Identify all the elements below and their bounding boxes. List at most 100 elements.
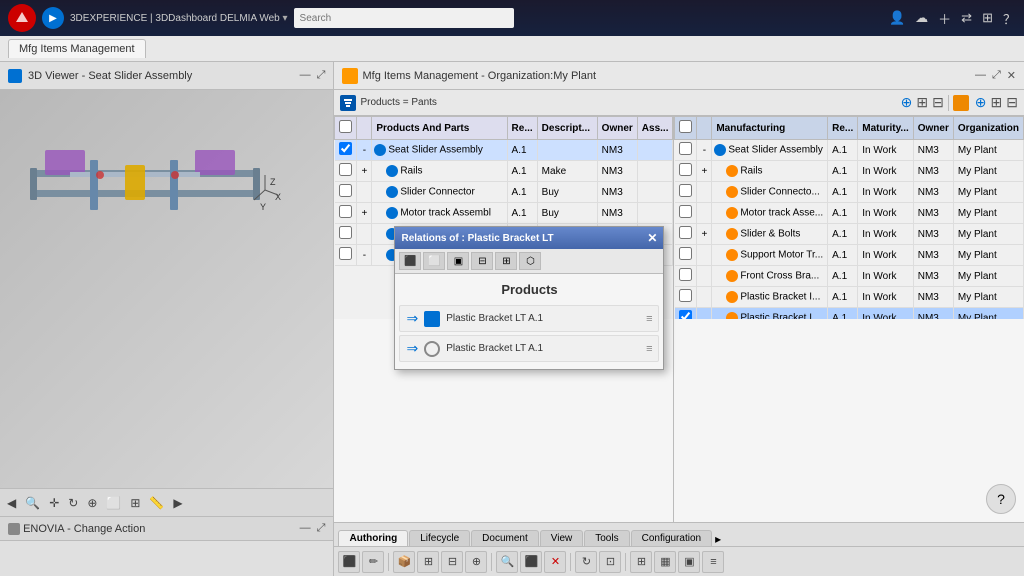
- col-products-rev[interactable]: Re...: [507, 117, 537, 140]
- viewer-minimize[interactable]: —: [300, 69, 311, 82]
- cloud-icon[interactable]: ☁: [915, 10, 928, 26]
- measure-icon[interactable]: 📏: [146, 495, 167, 511]
- products-row-3[interactable]: + Motor track Assembl A.1 Buy NM3: [335, 203, 673, 224]
- tb-btn-2[interactable]: ✏: [362, 551, 384, 573]
- mfg-row-expand[interactable]: +: [697, 161, 712, 182]
- mfg-row-7[interactable]: Plastic Bracket I... A.1 In Work NM3 My …: [675, 287, 1024, 308]
- row-checkbox[interactable]: [335, 140, 357, 161]
- mfg-row-0[interactable]: - Seat Slider Assembly A.1 In Work NM3 M…: [675, 140, 1024, 161]
- mfg-row-checkbox[interactable]: [675, 182, 697, 203]
- tb-btn-10[interactable]: ↻: [575, 551, 597, 573]
- 3d-viewport[interactable]: Z X Y: [0, 90, 333, 488]
- mfg-row-checkbox[interactable]: [675, 140, 697, 161]
- mfg-row-2[interactable]: Slider Connecto... A.1 In Work NM3 My Pl…: [675, 182, 1024, 203]
- mfg-row-expand[interactable]: [697, 287, 712, 308]
- table-icon-2[interactable]: ⊞: [916, 94, 928, 111]
- mfg-row-checkbox[interactable]: [675, 224, 697, 245]
- dialog-tool-1[interactable]: ⬛: [399, 252, 421, 270]
- tab-authoring[interactable]: Authoring: [338, 530, 408, 546]
- products-row-1[interactable]: + Rails A.1 Make NM3: [335, 161, 673, 182]
- mfg-icon-3[interactable]: ⊟: [1006, 94, 1018, 111]
- tb-btn-3[interactable]: 📦: [393, 551, 415, 573]
- mfg-row-5[interactable]: Support Motor Tr... A.1 In Work NM3 My P…: [675, 245, 1024, 266]
- col-products-name[interactable]: Products And Parts: [372, 117, 507, 140]
- mfg-minimize[interactable]: —: [975, 69, 986, 82]
- box-icon[interactable]: ⬜: [103, 495, 124, 511]
- add-mfg-icon[interactable]: ⊕: [975, 94, 987, 111]
- mfg-row-checkbox[interactable]: [675, 287, 697, 308]
- row-expand[interactable]: [357, 182, 372, 203]
- rotate-icon[interactable]: ↻: [65, 495, 81, 511]
- dialog-tool-3[interactable]: ▣: [447, 252, 469, 270]
- dialog-tool-4[interactable]: ⊟: [471, 252, 493, 270]
- dialog-menu-1[interactable]: ≡: [646, 313, 652, 325]
- zoom-icon[interactable]: 🔍: [22, 495, 43, 511]
- dialog-tool-2[interactable]: ⬜: [423, 252, 445, 270]
- mfg-row-1[interactable]: + Rails A.1 In Work NM3 My Plant: [675, 161, 1024, 182]
- pan-icon[interactable]: ✛: [46, 495, 62, 511]
- play-button[interactable]: ▶: [42, 7, 64, 29]
- row-expand[interactable]: -: [357, 140, 372, 161]
- more-tabs-icon[interactable]: ▸: [715, 532, 721, 546]
- mfg-row-4[interactable]: + Slider & Bolts A.1 In Work NM3 My Plan…: [675, 224, 1024, 245]
- row-expand[interactable]: +: [357, 203, 372, 224]
- tb-btn-8[interactable]: ⬛: [520, 551, 542, 573]
- tab-mfg-items[interactable]: Mfg Items Management: [8, 39, 146, 58]
- tb-btn-7[interactable]: 🔍: [496, 551, 518, 573]
- tb-btn-5[interactable]: ⊟: [441, 551, 463, 573]
- mfg-row-expand[interactable]: +: [697, 224, 712, 245]
- row-checkbox[interactable]: [335, 203, 357, 224]
- change-expand[interactable]: ⤢: [317, 522, 326, 535]
- help-icon[interactable]: ？: [1003, 9, 1016, 28]
- dialog-close-button[interactable]: ✕: [647, 231, 657, 245]
- col-products-desc[interactable]: Descript...: [537, 117, 597, 140]
- mfg-row-expand[interactable]: [697, 245, 712, 266]
- dialog-row-1[interactable]: ⇒ Plastic Bracket LT A.1 ≡: [399, 305, 659, 332]
- tb-btn-12[interactable]: ⊞: [630, 551, 652, 573]
- tb-btn-6[interactable]: ⊕: [465, 551, 487, 573]
- select-all-mfg[interactable]: [679, 120, 692, 133]
- mfg-row-8[interactable]: Plastic Bracket I... A.1 In Work NM3 My …: [675, 308, 1024, 320]
- mfg-icon-2[interactable]: ⊞: [991, 94, 1003, 111]
- col-mfg-maturity[interactable]: Maturity...: [858, 117, 913, 140]
- help-bubble[interactable]: ?: [986, 484, 1016, 514]
- mfg-close[interactable]: ✕: [1007, 69, 1016, 82]
- add-product-icon[interactable]: ⊕: [901, 94, 913, 111]
- products-row-0[interactable]: - Seat Slider Assembly A.1 NM3: [335, 140, 673, 161]
- mfg-row-6[interactable]: Front Cross Bra... A.1 In Work NM3 My Pl…: [675, 266, 1024, 287]
- table-icon-3[interactable]: ⊟: [932, 94, 944, 111]
- tb-btn-14[interactable]: ▣: [678, 551, 700, 573]
- tb-btn-15[interactable]: ≡: [702, 551, 724, 573]
- dialog-tool-6[interactable]: ⬡: [519, 252, 541, 270]
- tb-btn-9[interactable]: ✕: [544, 551, 566, 573]
- col-mfg-owner[interactable]: Owner: [913, 117, 953, 140]
- row-expand[interactable]: [357, 224, 372, 245]
- mfg-row-expand[interactable]: [697, 182, 712, 203]
- mfg-row-3[interactable]: Motor track Asse... A.1 In Work NM3 My P…: [675, 203, 1024, 224]
- mfg-row-checkbox[interactable]: [675, 245, 697, 266]
- col-products-owner[interactable]: Owner: [597, 117, 637, 140]
- tb-btn-13[interactable]: ▦: [654, 551, 676, 573]
- row-checkbox[interactable]: [335, 245, 357, 266]
- row-checkbox[interactable]: [335, 182, 357, 203]
- row-checkbox[interactable]: [335, 161, 357, 182]
- app-logo[interactable]: [8, 4, 36, 32]
- zoom-region-icon[interactable]: ⊕: [84, 495, 100, 511]
- section-icon[interactable]: ⊞: [127, 495, 143, 511]
- mfg-row-expand[interactable]: [697, 308, 712, 320]
- nav-next[interactable]: ▶: [170, 495, 185, 511]
- nav-prev[interactable]: ◀: [4, 495, 19, 511]
- tab-view[interactable]: View: [540, 530, 584, 546]
- mfg-row-checkbox[interactable]: [675, 308, 697, 320]
- col-mfg-name[interactable]: Manufacturing: [712, 117, 828, 140]
- col-mfg-rev[interactable]: Re...: [828, 117, 858, 140]
- plus-icon[interactable]: ＋: [938, 9, 951, 28]
- tb-btn-4[interactable]: ⊞: [417, 551, 439, 573]
- mfg-row-checkbox[interactable]: [675, 266, 697, 287]
- tab-tools[interactable]: Tools: [584, 530, 629, 546]
- row-checkbox[interactable]: [335, 224, 357, 245]
- mfg-row-expand[interactable]: [697, 203, 712, 224]
- search-input[interactable]: [294, 8, 514, 28]
- tb-btn-11[interactable]: ⊡: [599, 551, 621, 573]
- select-all-products[interactable]: [339, 120, 352, 133]
